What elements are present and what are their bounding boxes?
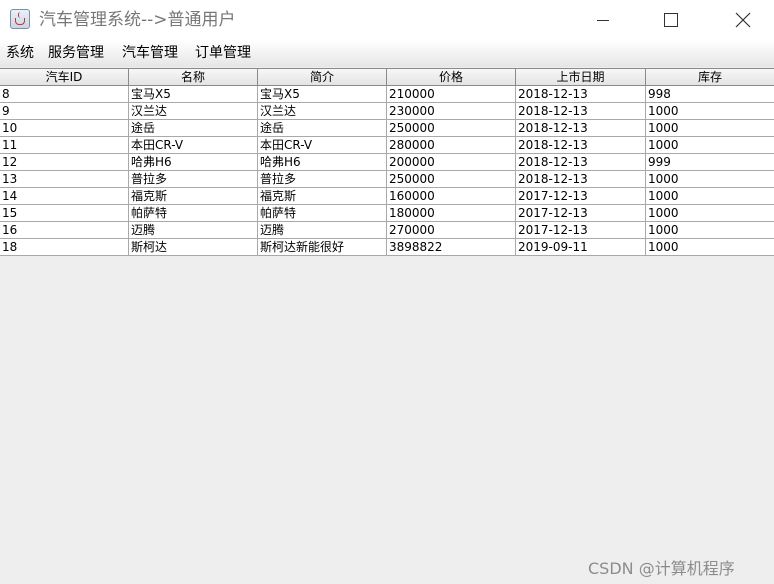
column-header-description[interactable]: 简介: [258, 69, 387, 85]
menu-order-management[interactable]: 订单管理: [195, 44, 251, 62]
car-table[interactable]: 汽车ID 名称 简介 价格 上市日期 库存 8 宝马X5 宝马X5 210000 201…: [0, 68, 774, 256]
cell-name[interactable]: 福克斯: [129, 188, 258, 204]
cell-stock[interactable]: 1000: [646, 171, 774, 187]
column-header-car-id[interactable]: 汽车ID: [0, 69, 129, 85]
cell-car-id[interactable]: 10: [0, 120, 129, 136]
cell-name[interactable]: 斯柯达: [129, 239, 258, 255]
cell-launch-date[interactable]: 2019-09-11: [516, 239, 646, 255]
cell-description[interactable]: 途岳: [258, 120, 387, 136]
cell-launch-date[interactable]: 2017-12-13: [516, 222, 646, 238]
cell-launch-date[interactable]: 2017-12-13: [516, 205, 646, 221]
cell-launch-date[interactable]: 2018-12-13: [516, 137, 646, 153]
cell-name[interactable]: 普拉多: [129, 171, 258, 187]
cell-description[interactable]: 本田CR-V: [258, 137, 387, 153]
cell-description[interactable]: 斯柯达新能很好: [258, 239, 387, 255]
cell-description[interactable]: 哈弗H6: [258, 154, 387, 170]
cell-price[interactable]: 230000: [387, 103, 516, 119]
table-header: 汽车ID 名称 简介 价格 上市日期 库存: [0, 69, 774, 86]
cell-description[interactable]: 汉兰达: [258, 103, 387, 119]
cell-name[interactable]: 帕萨特: [129, 205, 258, 221]
column-header-price[interactable]: 价格: [387, 69, 516, 85]
cell-name[interactable]: 途岳: [129, 120, 258, 136]
cell-launch-date[interactable]: 2018-12-13: [516, 86, 646, 102]
cell-stock[interactable]: 1000: [646, 103, 774, 119]
minimize-button[interactable]: [580, 0, 626, 40]
close-button[interactable]: [720, 0, 766, 40]
watermark: CSDN @计算机程序: [588, 559, 735, 578]
cell-car-id[interactable]: 9: [0, 103, 129, 119]
table-row[interactable]: 18 斯柯达 斯柯达新能很好 3898822 2019-09-11 1000: [0, 239, 774, 256]
cell-description[interactable]: 福克斯: [258, 188, 387, 204]
cell-price[interactable]: 280000: [387, 137, 516, 153]
cell-name[interactable]: 宝马X5: [129, 86, 258, 102]
table-row[interactable]: 14 福克斯 福克斯 160000 2017-12-13 1000: [0, 188, 774, 205]
cell-price[interactable]: 200000: [387, 154, 516, 170]
menu-system[interactable]: 系统: [6, 44, 34, 62]
table-row[interactable]: 15 帕萨特 帕萨特 180000 2017-12-13 1000: [0, 205, 774, 222]
menu-bar: 系统 服务管理 汽车管理 订单管理: [0, 40, 774, 67]
cell-name[interactable]: 迈腾: [129, 222, 258, 238]
column-header-launch-date[interactable]: 上市日期: [516, 69, 646, 85]
cell-car-id[interactable]: 18: [0, 239, 129, 255]
cell-car-id[interactable]: 12: [0, 154, 129, 170]
table-row[interactable]: 12 哈弗H6 哈弗H6 200000 2018-12-13 999: [0, 154, 774, 171]
cell-price[interactable]: 250000: [387, 120, 516, 136]
cell-stock[interactable]: 1000: [646, 120, 774, 136]
cell-car-id[interactable]: 16: [0, 222, 129, 238]
title-bar[interactable]: 汽车管理系统-->普通用户: [0, 0, 774, 40]
window-title: 汽车管理系统-->普通用户: [39, 10, 236, 30]
cell-car-id[interactable]: 11: [0, 137, 129, 153]
column-header-stock[interactable]: 库存: [646, 69, 774, 85]
cell-stock[interactable]: 1000: [646, 205, 774, 221]
cell-car-id[interactable]: 15: [0, 205, 129, 221]
java-app-icon: [10, 9, 30, 29]
cell-price[interactable]: 270000: [387, 222, 516, 238]
cell-car-id[interactable]: 8: [0, 86, 129, 102]
cell-price[interactable]: 160000: [387, 188, 516, 204]
close-icon: [735, 12, 751, 28]
cell-description[interactable]: 帕萨特: [258, 205, 387, 221]
cell-price[interactable]: 3898822: [387, 239, 516, 255]
menu-service-management[interactable]: 服务管理: [48, 44, 104, 62]
cell-stock[interactable]: 1000: [646, 239, 774, 255]
cell-stock[interactable]: 999: [646, 154, 774, 170]
cell-launch-date[interactable]: 2018-12-13: [516, 171, 646, 187]
cell-price[interactable]: 250000: [387, 171, 516, 187]
cell-description[interactable]: 普拉多: [258, 171, 387, 187]
maximize-icon: [664, 13, 678, 27]
cell-stock[interactable]: 998: [646, 86, 774, 102]
cell-name[interactable]: 哈弗H6: [129, 154, 258, 170]
cell-price[interactable]: 180000: [387, 205, 516, 221]
table-row[interactable]: 8 宝马X5 宝马X5 210000 2018-12-13 998: [0, 86, 774, 103]
table-row[interactable]: 10 途岳 途岳 250000 2018-12-13 1000: [0, 120, 774, 137]
table-body: 8 宝马X5 宝马X5 210000 2018-12-13 998 9 汉兰达 汉兰达 23000…: [0, 86, 774, 256]
cell-stock[interactable]: 1000: [646, 137, 774, 153]
cell-price[interactable]: 210000: [387, 86, 516, 102]
cell-car-id[interactable]: 14: [0, 188, 129, 204]
cell-launch-date[interactable]: 2017-12-13: [516, 188, 646, 204]
table-row[interactable]: 16 迈腾 迈腾 270000 2017-12-13 1000: [0, 222, 774, 239]
table-row[interactable]: 11 本田CR-V 本田CR-V 280000 2018-12-13 1000: [0, 137, 774, 154]
table-row[interactable]: 9 汉兰达 汉兰达 230000 2018-12-13 1000: [0, 103, 774, 120]
menu-car-management[interactable]: 汽车管理: [122, 44, 178, 62]
cell-launch-date[interactable]: 2018-12-13: [516, 103, 646, 119]
cell-launch-date[interactable]: 2018-12-13: [516, 154, 646, 170]
column-header-name[interactable]: 名称: [129, 69, 258, 85]
cell-stock[interactable]: 1000: [646, 222, 774, 238]
cell-description[interactable]: 宝马X5: [258, 86, 387, 102]
cell-stock[interactable]: 1000: [646, 188, 774, 204]
cell-description[interactable]: 迈腾: [258, 222, 387, 238]
cell-car-id[interactable]: 13: [0, 171, 129, 187]
cell-launch-date[interactable]: 2018-12-13: [516, 120, 646, 136]
cell-name[interactable]: 本田CR-V: [129, 137, 258, 153]
table-row[interactable]: 13 普拉多 普拉多 250000 2018-12-13 1000: [0, 171, 774, 188]
maximize-button[interactable]: [648, 0, 694, 40]
cell-name[interactable]: 汉兰达: [129, 103, 258, 119]
minimize-icon: [597, 20, 609, 21]
